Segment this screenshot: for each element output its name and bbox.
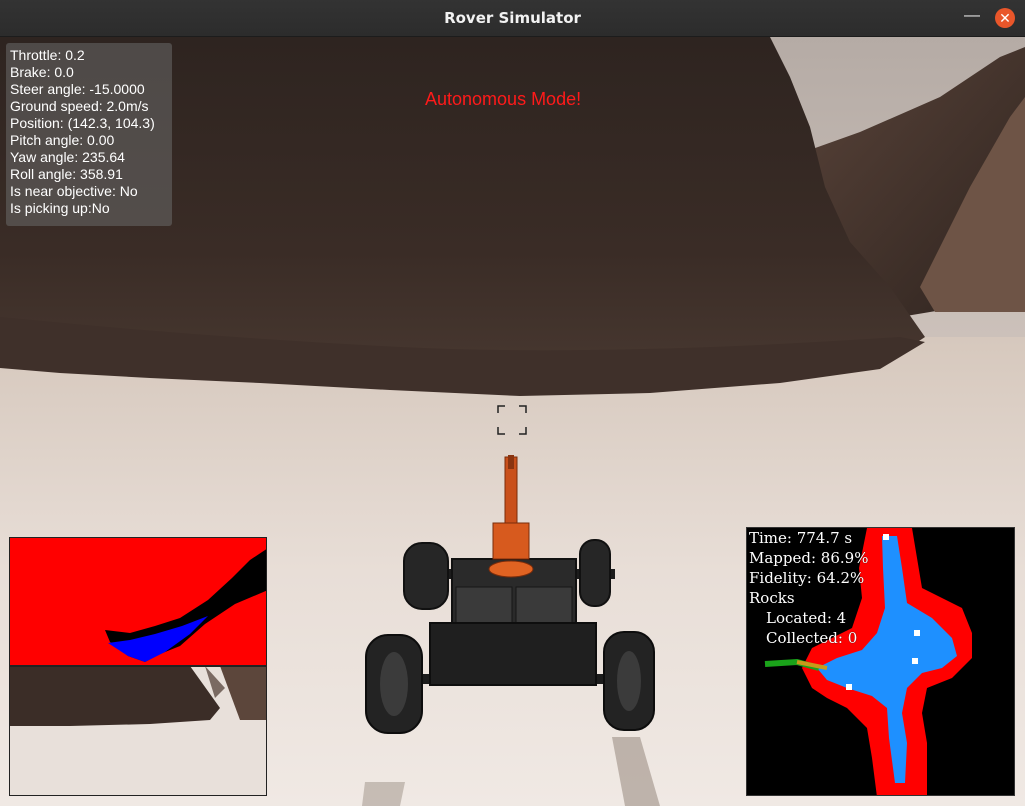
vision-overlay-image	[10, 538, 266, 795]
rocks-located: Located: 4	[766, 609, 847, 627]
yaw-angle-readout: Yaw angle: 235.64	[10, 149, 125, 165]
pitch-angle-readout: Pitch angle: 0.00	[10, 132, 115, 148]
mapped-percent: Mapped: 86.9%	[749, 549, 869, 567]
mode-banner: Autonomous Mode!	[425, 89, 582, 109]
close-icon: ✕	[999, 10, 1011, 26]
minimize-icon: —	[964, 7, 980, 24]
crosshair-icon	[497, 405, 527, 435]
fidelity-percent: Fidelity: 64.2%	[749, 569, 865, 587]
roll-angle-readout: Roll angle: 358.91	[10, 166, 123, 182]
throttle-readout: Throttle: 0.2	[10, 47, 85, 63]
worldmap-stats: Time: 774.7 s Mapped: 86.9% Fidelity: 64…	[749, 528, 868, 648]
simulator-viewport[interactable]: Throttle: 0.2 Brake: 0.0 Steer angle: -1…	[0, 37, 1025, 806]
steer-angle-readout: Steer angle: -15.0000	[10, 81, 145, 97]
brake-readout: Brake: 0.0	[10, 64, 74, 80]
picking-up-readout: Is picking up:No	[10, 200, 110, 216]
worldmap-panel: Time: 774.7 s Mapped: 86.9% Fidelity: 64…	[746, 527, 1015, 796]
minimize-button[interactable]: —	[962, 7, 982, 29]
position-readout: Position: (142.3, 104.3)	[10, 115, 155, 131]
window-title: Rover Simulator	[444, 9, 581, 27]
telemetry-panel: Throttle: 0.2 Brake: 0.0 Steer angle: -1…	[6, 43, 172, 226]
window-titlebar[interactable]: Rover Simulator — ✕	[0, 0, 1025, 37]
close-button[interactable]: ✕	[995, 8, 1015, 28]
rocks-collected: Collected: 0	[766, 629, 858, 647]
elapsed-time: Time: 774.7 s	[749, 529, 853, 547]
ground-speed-readout: Ground speed: 2.0m/s	[10, 98, 149, 114]
near-objective-readout: Is near objective: No	[10, 183, 138, 199]
rocks-header: Rocks	[749, 589, 795, 607]
vision-camera-panel	[9, 537, 267, 796]
